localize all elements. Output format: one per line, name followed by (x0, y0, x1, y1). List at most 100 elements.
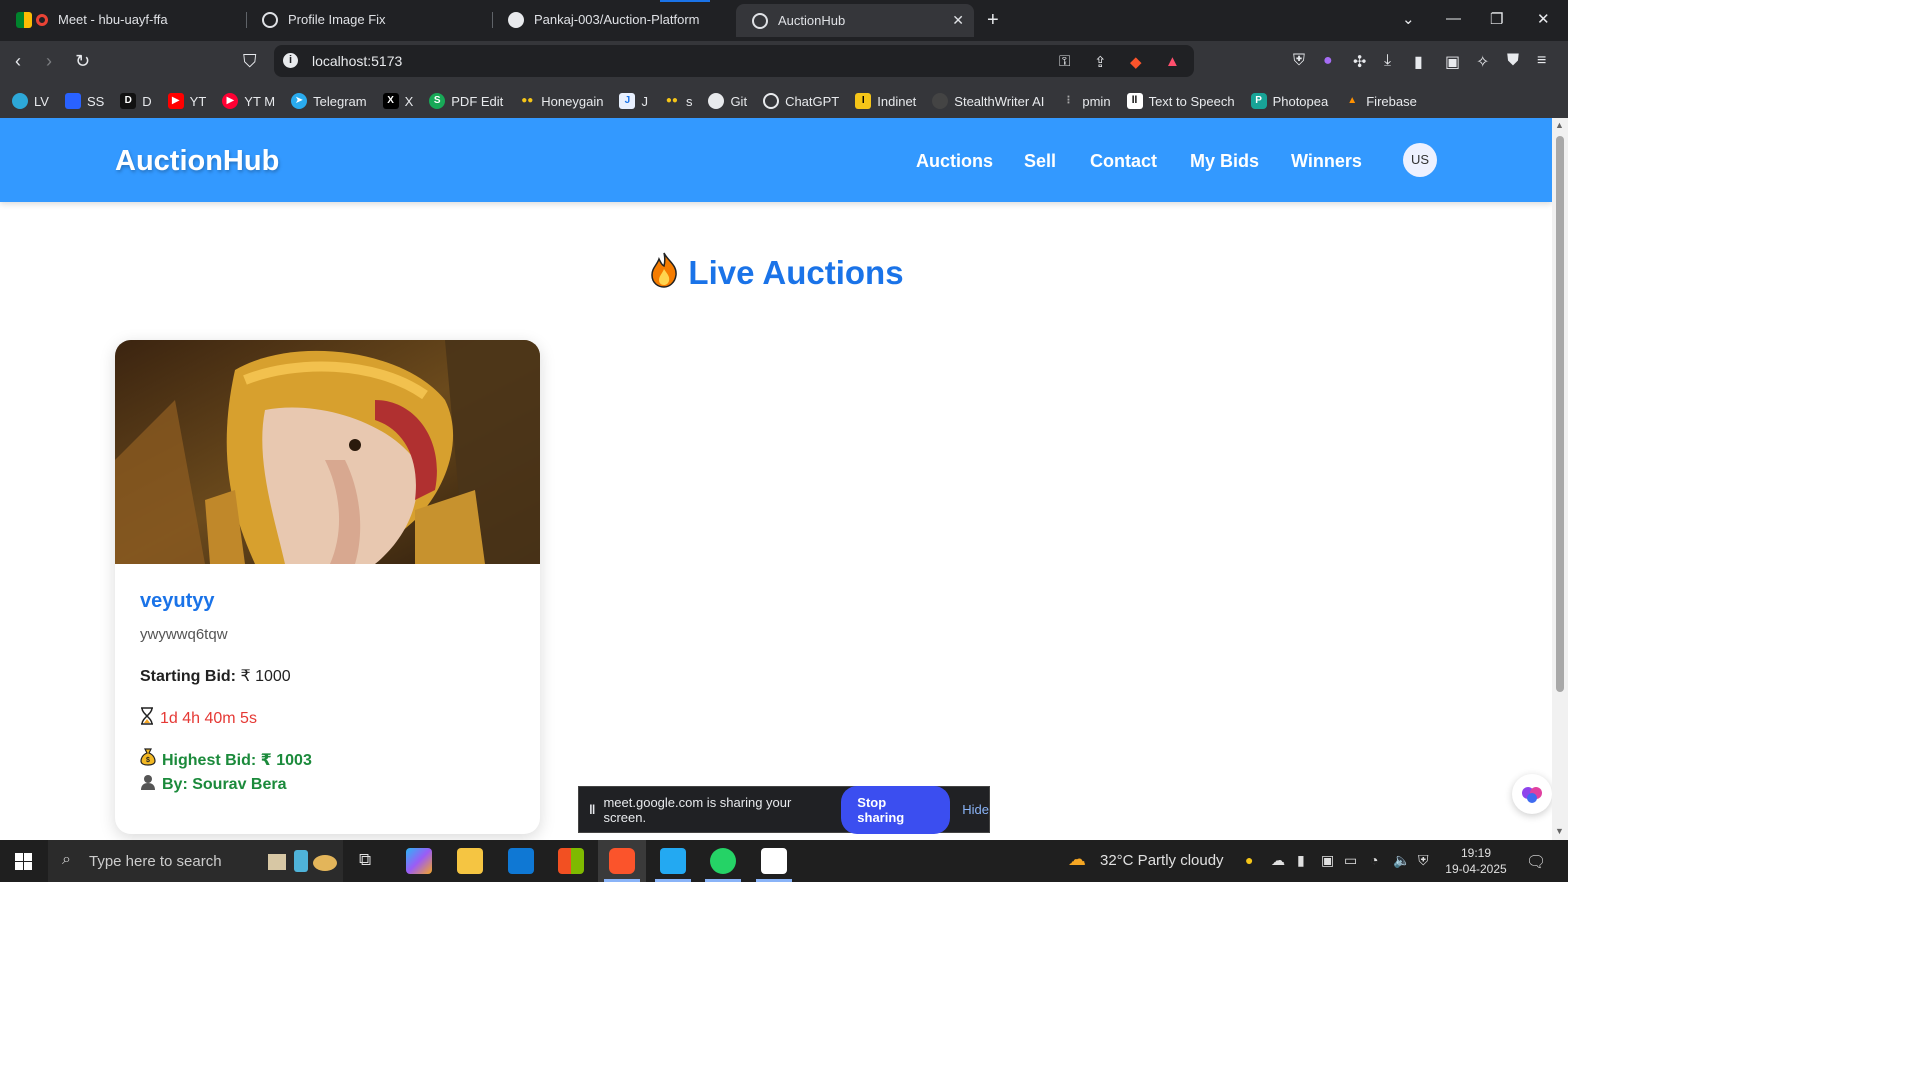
stop-sharing-button[interactable]: Stop sharing (841, 785, 951, 834)
close-tab-icon[interactable]: ✕ (952, 12, 964, 29)
auction-card[interactable]: veyutyy ywywwq6tqw Starting Bid: ₹ 1000 … (115, 340, 540, 834)
vpn-icon[interactable]: ⛊ (1507, 52, 1519, 70)
tab-profile-image-fix[interactable]: Profile Image Fix (246, 0, 492, 39)
camera-icon[interactable]: ▣ (1321, 852, 1334, 869)
google-meet-icon (16, 11, 32, 28)
bookmark-ss[interactable]: SS (64, 93, 104, 109)
brave-rewards-icon[interactable]: ▲ (1165, 53, 1180, 70)
scroll-down-icon[interactable]: ▼ (1555, 826, 1564, 836)
battery-icon[interactable]: ▭ (1344, 852, 1357, 869)
menu-icon[interactable]: ≡ (1537, 52, 1546, 70)
wifi-icon[interactable]: ◔ (1370, 852, 1378, 868)
security-shield-icon[interactable]: ⛨ (1418, 852, 1429, 869)
minimize-icon[interactable]: — (1446, 10, 1461, 27)
brave-shields-icon[interactable]: ◆ (1130, 53, 1142, 71)
address-bar[interactable]: i localhost:5173 ⚿ ⇪ ◆ ▲ (274, 45, 1194, 77)
nav-my-bids[interactable]: My Bids (1190, 151, 1259, 172)
onedrive-icon[interactable]: ☁ (1271, 852, 1285, 869)
system-clock[interactable]: 19:19 19-04-2025 (1445, 845, 1507, 877)
clock-date: 19-04-2025 (1445, 862, 1507, 876)
honeygain-tray-icon[interactable]: ● (1245, 852, 1253, 868)
bookmark-honeygain[interactable]: ●● Honeygain (519, 93, 603, 109)
bookmark-pdf-edit[interactable]: S PDF Edit (429, 93, 503, 109)
floating-assistant-button[interactable] (1512, 774, 1552, 814)
bookmark-stealthwriter[interactable]: StealthWriter AI (932, 93, 1044, 109)
clock-time: 19:19 (1460, 846, 1492, 860)
bookmark-text-to-speech[interactable]: ll Text to Speech (1126, 93, 1235, 109)
bookmark-lv[interactable]: LV (12, 93, 49, 109)
auction-description: ywywwq6tqw (140, 626, 228, 643)
bookmark-telegram[interactable]: ➤ Telegram (291, 93, 367, 109)
tab-title: Meet - hbu-uayf-ffa (58, 12, 168, 27)
auction-title[interactable]: veyutyy (140, 590, 215, 613)
forward-icon[interactable]: › (46, 51, 52, 72)
running-indicator (604, 879, 640, 882)
vscode-icon[interactable] (660, 848, 686, 874)
vpn-shield-icon[interactable]: ⛨ (1293, 52, 1305, 70)
auction-item-image[interactable] (115, 340, 540, 564)
tab-meet[interactable]: Meet - hbu-uayf-ffa (0, 0, 246, 39)
password-key-icon[interactable]: ⚿ (1059, 53, 1070, 70)
running-indicator (705, 879, 741, 882)
bookmark-yt-music[interactable]: ▶ YT M (222, 93, 275, 109)
bookmark-d[interactable]: DD (120, 93, 152, 109)
new-tab-icon[interactable]: + (987, 9, 999, 32)
hide-button[interactable]: Hide (962, 802, 989, 817)
bookmark-j[interactable]: JJ (619, 93, 648, 109)
bookmark-x[interactable]: XX (382, 93, 413, 109)
bookmark-s[interactable]: ●● s (664, 93, 693, 109)
taskbar-search-box[interactable]: ⌕ Type here to search (48, 840, 343, 882)
url-text[interactable]: localhost:5173 (312, 53, 402, 69)
weather-text[interactable]: 32°C Partly cloudy (1100, 852, 1224, 869)
volume-icon[interactable]: 🔈 (1393, 852, 1410, 869)
bookmark-photopea[interactable]: P Photopea (1250, 93, 1328, 109)
microsoft-store-icon[interactable] (558, 848, 584, 874)
microphone-icon[interactable]: ▮ (1297, 852, 1305, 869)
whatsapp-icon[interactable] (710, 848, 736, 874)
bookmark-icon[interactable]: ⛉ (243, 51, 257, 72)
drag-handle-icon[interactable]: ǁ (589, 802, 595, 817)
user-avatar[interactable]: US (1403, 143, 1437, 177)
downloads-icon[interactable]: ⤓ (1384, 52, 1391, 70)
brand-logo[interactable]: AuctionHub (115, 145, 279, 178)
share-icon[interactable]: ⇪ (1094, 53, 1107, 71)
app-cube-icon[interactable] (761, 848, 787, 874)
file-explorer-icon[interactable] (457, 848, 483, 874)
tab-auctionhub[interactable]: AuctionHub ✕ (736, 4, 974, 37)
wallet-icon[interactable]: ▣ (1445, 52, 1460, 72)
back-icon[interactable]: ‹ (15, 51, 21, 72)
bookmark-git[interactable]: Git (708, 93, 747, 109)
bookmark-indinet[interactable]: I Indinet (855, 93, 916, 109)
scroll-up-icon[interactable]: ▲ (1555, 120, 1564, 130)
brave-browser-icon[interactable] (609, 848, 635, 874)
bookmark-pmin[interactable]: ⋮ pmin (1060, 93, 1110, 109)
windows-start-icon[interactable] (15, 853, 32, 870)
bookmark-yt[interactable]: ▶ YT (167, 93, 206, 109)
scrollbar-thumb[interactable] (1556, 136, 1564, 692)
copilot-icon[interactable] (406, 848, 432, 874)
page-scrollbar[interactable]: ▲ ▼ (1552, 118, 1568, 840)
weather-icon[interactable]: ☁ (1068, 849, 1086, 870)
telegram-icon: ➤ (291, 93, 308, 109)
nav-auctions[interactable]: Auctions (916, 151, 993, 172)
bookmark-chatgpt[interactable]: ChatGPT (763, 93, 839, 109)
notifications-icon[interactable]: 🗨 (1526, 852, 1546, 872)
nav-winners[interactable]: Winners (1291, 151, 1362, 172)
nav-contact[interactable]: Contact (1090, 151, 1157, 172)
leo-ai-icon[interactable]: ● (1323, 52, 1333, 70)
firebase-icon: ▲ (1347, 95, 1358, 106)
restore-icon[interactable]: ❐ (1490, 10, 1503, 28)
nav-sell[interactable]: Sell (1024, 151, 1056, 172)
close-window-icon[interactable]: ✕ (1537, 10, 1550, 28)
outlook-icon[interactable] (508, 848, 534, 874)
tab-search-chevron-icon[interactable]: ⌄ (1402, 10, 1415, 28)
sparkle-icon[interactable]: ✧ (1476, 52, 1489, 72)
youtube-music-icon: ▶ (222, 93, 239, 109)
tab-github-repo[interactable]: Pankaj-003/Auction-Platform (492, 0, 736, 39)
bookmark-firebase[interactable]: ▲ Firebase (1344, 93, 1417, 109)
task-view-icon[interactable]: ⧉ (359, 850, 371, 870)
reload-icon[interactable]: ↻ (75, 51, 90, 72)
extensions-icon[interactable]: ✣ (1353, 52, 1366, 72)
site-info-icon[interactable]: i (283, 53, 298, 68)
sidebar-icon[interactable]: ▮ (1414, 52, 1423, 72)
